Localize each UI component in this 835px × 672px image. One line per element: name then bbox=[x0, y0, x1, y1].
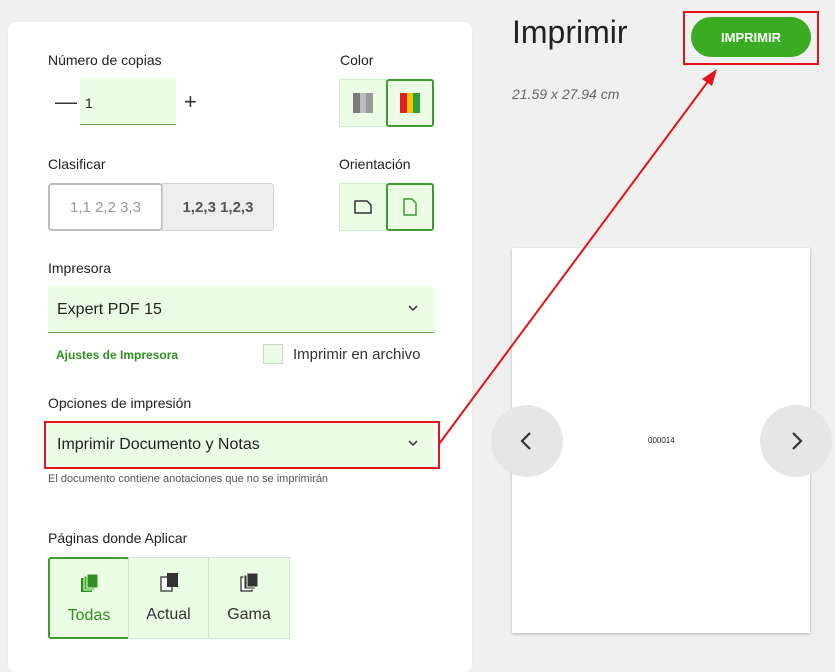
annotation-arrow bbox=[438, 69, 717, 445]
